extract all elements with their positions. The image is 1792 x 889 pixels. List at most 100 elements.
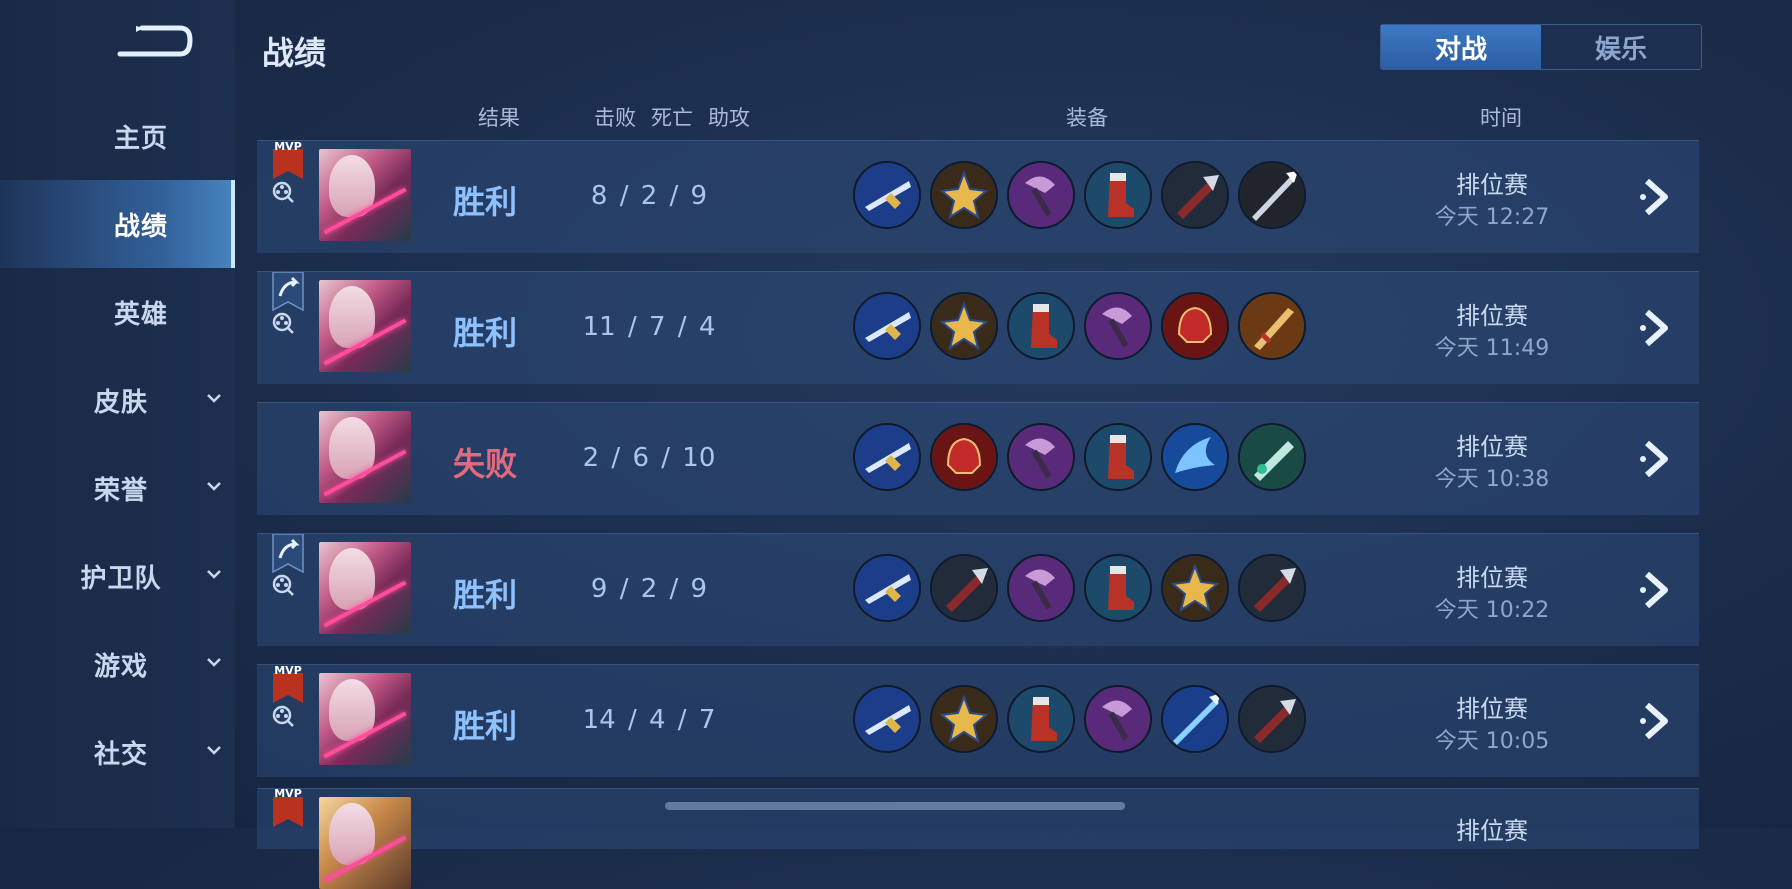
equipment-hand-blade-icon[interactable] <box>1161 161 1229 229</box>
rank-up-badge-icon <box>272 272 304 312</box>
replay-icon[interactable] <box>272 181 294 203</box>
match-row[interactable]: 失败 2 / 6 / 10 排位赛 今天 10:38 <box>257 402 1699 515</box>
chevron-right-icon[interactable] <box>1633 306 1677 350</box>
match-time: 今天 10:38 <box>1434 467 1550 492</box>
match-row-partial[interactable]: MVP 排位赛 <box>257 788 1699 889</box>
sidebar-item-label: 荣誉 <box>93 475 148 506</box>
column-items: 装备 <box>1066 106 1108 130</box>
equipment-red-boots-icon[interactable] <box>1084 161 1152 229</box>
match-mode: 排位赛 <box>1456 171 1528 199</box>
hero-avatar <box>319 280 411 372</box>
chevron-right-icon[interactable] <box>1633 175 1677 219</box>
column-deaths: 死亡 <box>651 106 693 130</box>
sidebar-item-label: 社交 <box>93 739 148 770</box>
equipment-blade-blue-icon[interactable] <box>853 292 921 360</box>
match-mode: 排位赛 <box>1456 564 1528 592</box>
match-result: 失败 <box>452 445 517 483</box>
sidebar-item-5[interactable]: 护卫队 <box>0 532 235 620</box>
page-title: 战绩 <box>262 34 327 72</box>
equipment-red-helm-icon[interactable] <box>930 423 998 491</box>
equipment-gold-star-icon[interactable] <box>1161 554 1229 622</box>
equipment-blade-blue-icon[interactable] <box>853 554 921 622</box>
tab-battle[interactable]: 对战 <box>1381 25 1541 69</box>
equipment-hand-blade-icon[interactable] <box>1238 685 1306 753</box>
sidebar-item-label: 游戏 <box>93 651 148 682</box>
hero-avatar <box>319 797 411 889</box>
chevron-down-icon <box>207 658 221 667</box>
back-icon[interactable] <box>112 22 196 66</box>
tab-entertainment[interactable]: 娱乐 <box>1541 25 1701 69</box>
sidebar-item-3[interactable]: 皮肤 <box>0 356 235 444</box>
match-kda: 9 / 2 / 9 <box>590 574 708 604</box>
horizontal-scrollbar[interactable] <box>665 802 1125 810</box>
match-time: 今天 11:49 <box>1434 336 1550 361</box>
mvp-badge-icon: MVP <box>273 141 303 179</box>
equipment-red-boots-icon[interactable] <box>1007 292 1075 360</box>
equipment-hand-blade-icon[interactable] <box>930 554 998 622</box>
match-mode: 排位赛 <box>1456 817 1528 845</box>
equipment-hand-blade-icon[interactable] <box>1238 554 1306 622</box>
chevron-right-icon[interactable] <box>1633 699 1677 743</box>
equipment-spear-icon[interactable] <box>1238 161 1306 229</box>
match-result: 胜利 <box>452 576 517 614</box>
replay-icon[interactable] <box>272 312 294 334</box>
equipment-gold-star-icon[interactable] <box>930 292 998 360</box>
column-assists: 助攻 <box>708 106 750 130</box>
equipment-purple-axe-icon[interactable] <box>1084 292 1152 360</box>
rank-up-badge-icon <box>272 534 304 574</box>
match-time: 今天 12:27 <box>1434 205 1550 230</box>
chevron-down-icon <box>207 746 221 755</box>
equipment-purple-axe-icon[interactable] <box>1007 554 1075 622</box>
equipment-purple-axe-icon[interactable] <box>1084 685 1152 753</box>
sidebar-item-0[interactable]: 主页 <box>0 92 235 180</box>
equipment-red-helm-icon[interactable] <box>1161 292 1229 360</box>
sidebar-item-4[interactable]: 荣誉 <box>0 444 235 532</box>
match-kda: 8 / 2 / 9 <box>590 181 708 211</box>
equipment-red-boots-icon[interactable] <box>1084 554 1152 622</box>
sidebar-item-2[interactable]: 英雄 <box>0 268 235 356</box>
equipment-blade-blue-icon[interactable] <box>853 423 921 491</box>
match-result: 胜利 <box>452 183 517 221</box>
match-row[interactable]: MVP 胜利 14 / 4 / 7 排位赛 今天 10:05 <box>257 664 1699 777</box>
mvp-badge-icon: MVP <box>273 789 303 827</box>
equipment-gold-star-icon[interactable] <box>930 685 998 753</box>
match-kda: 11 / 7 / 4 <box>582 312 716 342</box>
equipment-red-boots-icon[interactable] <box>1084 423 1152 491</box>
match-row[interactable]: MVP 胜利 8 / 2 / 9 排位赛今天 12:27 <box>257 140 1699 253</box>
equipment-purple-axe-icon[interactable] <box>1007 423 1075 491</box>
match-time: 今天 10:22 <box>1434 598 1550 623</box>
equipment-ice-wings-icon[interactable] <box>1161 423 1229 491</box>
equipment-blade-blue-icon[interactable] <box>853 161 921 229</box>
replay-icon[interactable] <box>272 705 294 727</box>
sidebar-item-7[interactable]: 社交 <box>0 708 235 796</box>
sidebar-item-6[interactable]: 游戏 <box>0 620 235 708</box>
equipment-green-sword-icon[interactable] <box>1238 423 1306 491</box>
match-mode: 排位赛 <box>1456 302 1528 330</box>
chevron-right-icon[interactable] <box>1633 437 1677 481</box>
match-time: 今天 10:05 <box>1434 729 1550 754</box>
chevron-down-icon <box>207 570 221 579</box>
match-row[interactable]: 胜利 11 / 7 / 4 排位赛今天 11:49 <box>257 271 1699 384</box>
column-kills: 击败 <box>594 106 636 130</box>
equipment-ice-spear-icon[interactable] <box>1161 685 1229 753</box>
sidebar-item-label: 战绩 <box>113 211 168 242</box>
equipment-gold-sword-icon[interactable] <box>1238 292 1306 360</box>
hero-avatar <box>319 411 411 503</box>
match-kda: 14 / 4 / 7 <box>582 705 716 735</box>
equipment-blade-blue-icon[interactable] <box>853 685 921 753</box>
equipment-gold-star-icon[interactable] <box>930 161 998 229</box>
match-row[interactable]: 胜利 9 / 2 / 9 排位赛今天 10:22 <box>257 533 1699 646</box>
hero-avatar <box>319 542 411 634</box>
replay-icon[interactable] <box>272 574 294 596</box>
sidebar-item-1[interactable]: 战绩 <box>0 180 235 268</box>
match-result: 胜利 <box>452 314 517 352</box>
sidebar-item-label: 护卫队 <box>80 563 162 594</box>
mode-tabs: 对战 娱乐 <box>1380 24 1702 70</box>
sidebar-item-label: 皮肤 <box>93 387 148 418</box>
equipment-purple-axe-icon[interactable] <box>1007 161 1075 229</box>
chevron-right-icon[interactable] <box>1633 568 1677 612</box>
mvp-badge-label: MVP <box>274 789 302 800</box>
equipment-red-boots-icon[interactable] <box>1007 685 1075 753</box>
match-kda: 2 / 6 / 10 <box>582 443 716 473</box>
mvp-badge-label: MVP <box>274 141 302 153</box>
